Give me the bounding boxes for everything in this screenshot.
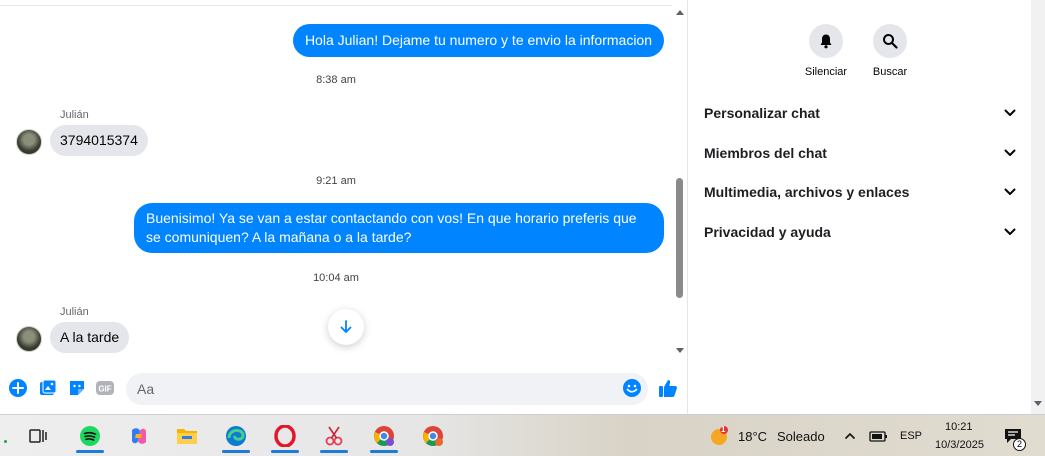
notification-count: 2 [1013,438,1026,451]
incoming-message[interactable]: A la tarde [50,322,130,353]
search-icon [873,24,907,58]
arrow-down-icon [340,320,352,333]
spotify-icon[interactable] [74,421,106,453]
copilot-icon[interactable] [123,421,155,451]
chevron-down-icon [1004,149,1016,156]
avatar[interactable] [16,129,42,155]
svg-text:GIF: GIF [98,385,111,394]
action-label: Silenciar [804,66,848,78]
file-explorer-icon[interactable] [171,421,203,451]
scroll-to-bottom-button[interactable] [328,309,364,345]
active-indicator [271,450,299,453]
language-indicator[interactable]: ESP [900,430,922,442]
scroll-down-arrow-icon[interactable] [1034,401,1042,406]
task-view-icon[interactable] [22,421,54,451]
section-label: Personalizar chat [704,105,820,121]
active-indicator [222,450,250,453]
weather-badge: 1 [721,425,726,434]
app: Hola Julian! Dejame tu numero y te envio… [0,0,1045,456]
sticker-icon[interactable] [67,378,87,398]
composer: GIF [0,366,688,412]
message-input[interactable] [126,373,648,405]
chrome-profile-icon[interactable] [368,421,400,453]
taskbar: 1 18°C Soleado ESP 10:21 10/3/2025 2 [0,414,1045,456]
scrollbar-thumb[interactable] [676,178,683,298]
image-icon[interactable] [38,378,58,398]
active-indicator [320,450,348,453]
weather-description[interactable]: Soleado [777,429,825,444]
chevron-down-icon [1004,188,1016,195]
section-privacy-help[interactable]: Privacidad y ayuda [704,217,1016,247]
search-button[interactable]: Buscar [855,24,925,78]
chevron-up-icon[interactable] [840,421,860,451]
notifications-icon[interactable]: 2 [1000,421,1026,451]
outgoing-message[interactable]: Buenisimo! Ya se van a estar contactando… [134,203,664,253]
chevron-down-icon [1004,109,1016,116]
outgoing-message[interactable]: Hola Julian! Dejame tu numero y te envio… [292,24,664,57]
chat-scrollbar[interactable] [672,6,688,360]
edge-icon[interactable] [220,421,252,453]
active-indicator [370,450,398,453]
chrome-icon[interactable] [417,421,449,451]
battery-icon[interactable] [866,421,892,451]
plus-icon[interactable] [8,378,28,398]
chevron-down-icon [1004,228,1016,235]
section-label: Privacidad y ayuda [704,224,831,240]
opera-icon[interactable] [269,421,301,453]
mute-button[interactable]: Silenciar [791,24,861,78]
start-indicator-icon[interactable] [0,421,8,451]
message-timestamp: 8:38 am [316,74,356,86]
weather-temperature[interactable]: 18°C [738,429,767,444]
incoming-message[interactable]: 3794015374 [50,125,148,156]
section-label: Multimedia, archivos y enlaces [704,184,910,200]
clock-time[interactable]: 10:21 [945,421,973,433]
action-label: Buscar [872,66,908,78]
gif-icon[interactable]: GIF [95,378,115,398]
bell-icon [809,24,843,58]
message-list[interactable]: Hola Julian! Dejame tu numero y te envio… [0,0,672,362]
section-label: Miembros del chat [704,145,827,161]
snipping-tool-icon[interactable] [318,421,350,453]
weather-sun-icon[interactable]: 1 [703,421,735,451]
section-chat-members[interactable]: Miembros del chat [704,138,1016,168]
chat-pane: Hola Julian! Dejame tu numero y te envio… [0,0,688,414]
scroll-up-arrow-icon[interactable] [676,10,684,15]
sender-name: Julián [60,306,89,318]
message-timestamp: 9:21 am [316,175,356,187]
page-scrollbar[interactable] [1031,0,1045,414]
chat-info-panel: Silenciar Buscar Personalizar chat Miemb… [689,0,1045,414]
message-timestamp: 10:04 am [313,272,359,284]
section-media-files-links[interactable]: Multimedia, archivos y enlaces [704,177,1016,207]
clock-date[interactable]: 10/3/2025 [935,439,984,451]
avatar[interactable] [16,326,42,352]
thumbs-up-icon[interactable] [657,378,679,398]
section-customize-chat[interactable]: Personalizar chat [704,98,1016,128]
scroll-down-arrow-icon[interactable] [676,348,684,353]
sender-name: Julián [60,109,89,121]
active-indicator [76,450,104,453]
emoji-icon[interactable] [622,378,642,398]
